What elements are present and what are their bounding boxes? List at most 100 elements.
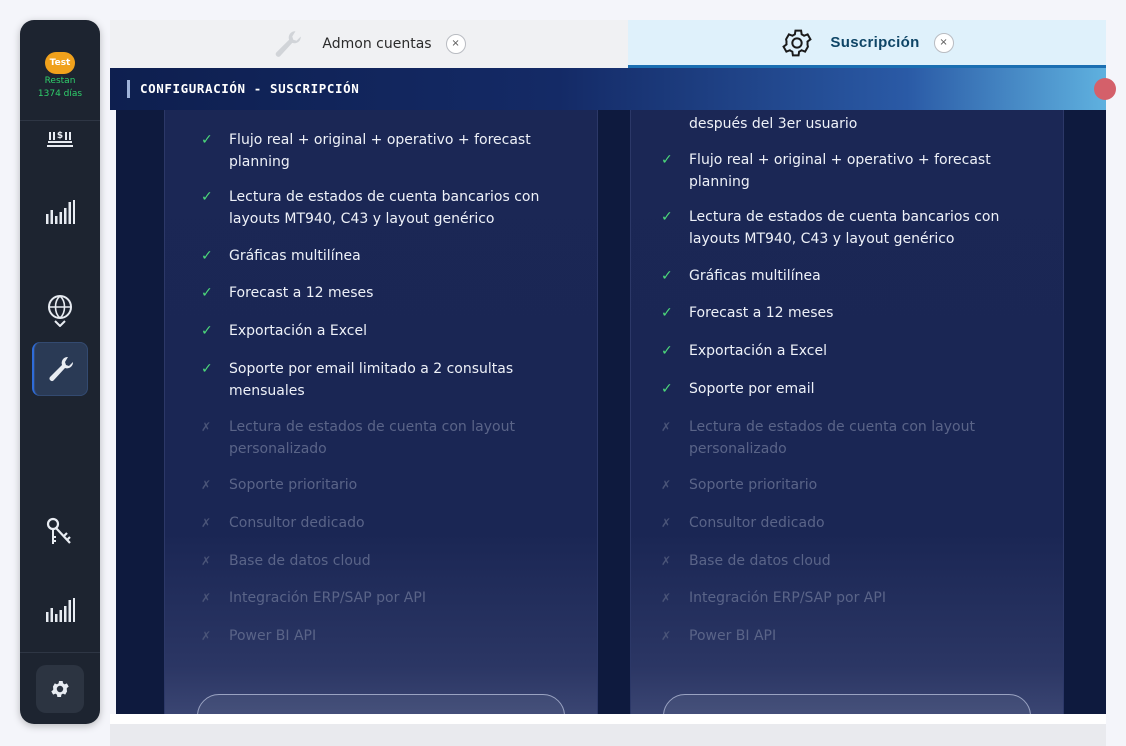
svg-text:$: $	[57, 131, 63, 141]
check-icon: ✓	[661, 305, 673, 321]
cross-icon: ✗	[201, 478, 212, 492]
feature-item: ✓ Exportación a Excel	[661, 341, 1021, 363]
settings-button[interactable]	[36, 665, 84, 713]
feature-text: Lectura de estados de cuenta bancarios c…	[229, 189, 540, 227]
check-icon: ✓	[201, 323, 213, 339]
cross-icon: ✗	[661, 516, 672, 530]
feature-text: Soporte prioritario	[229, 477, 358, 493]
feature-text: Base de datos cloud	[689, 553, 831, 569]
plan-card: ✓ Flujo real + original + operativo + for…	[164, 110, 598, 714]
feature-text: Lectura de estados de cuenta con layout …	[689, 419, 975, 457]
check-icon: ✓	[661, 268, 673, 284]
license-status: Test Restan 1374 días	[20, 50, 100, 100]
feature-text: Flujo real + original + operativo + fore…	[689, 152, 991, 190]
feature-text: Exportación a Excel	[689, 343, 827, 359]
sidebar-item-tools[interactable]	[32, 342, 88, 396]
license-badge: Test	[45, 52, 75, 74]
feature-text: Power BI API	[229, 628, 317, 644]
sidebar-divider	[20, 652, 100, 653]
feature-continuation: después del 3er usuario	[689, 116, 858, 132]
feature-text: Gráficas multilínea	[229, 248, 361, 264]
sidebar-item-charts[interactable]	[36, 188, 84, 236]
check-icon: ✓	[661, 152, 673, 168]
feature-text: Base de datos cloud	[229, 553, 371, 569]
remaining-days-line2: 1374 días	[37, 89, 83, 99]
check-icon: ✓	[201, 361, 213, 377]
close-tab-button[interactable]: ×	[445, 34, 466, 54]
feature-text: Lectura de estados de cuenta bancarios c…	[689, 209, 1000, 247]
bank-icon: $	[47, 131, 73, 147]
wrench-icon	[49, 356, 74, 381]
cross-icon: ✗	[201, 516, 212, 530]
feature-item: ✓ Flujo real + original + operativo + for…	[201, 130, 561, 173]
gear-icon	[782, 29, 813, 56]
sidebar-item-reports[interactable]	[36, 586, 84, 634]
feature-item: ✓ Forecast a 12 meses	[661, 303, 1021, 325]
feature-item: ✗ Integración ERP/SAP por API	[201, 588, 561, 610]
sidebar-item-global[interactable]	[36, 286, 84, 334]
tab-label: Admon cuentas	[322, 36, 432, 52]
feature-text: Gráficas multilínea	[689, 268, 821, 284]
section-header: CONFIGURACIÓN - SUSCRIPCIÓN	[110, 68, 1116, 110]
feature-item: ✗ Base de datos cloud	[661, 551, 1021, 573]
sidebar-item-bank[interactable]: $	[36, 118, 84, 158]
feature-item: ✗ Power BI API	[201, 626, 561, 648]
keys-icon	[46, 517, 71, 544]
feature-item: ✓ Lectura de estados de cuenta bancarios …	[201, 187, 561, 230]
page-title: CONFIGURACIÓN - SUSCRIPCIÓN	[140, 81, 360, 96]
tab-admon-cuentas[interactable]: Admon cuentas ×	[110, 20, 628, 68]
feature-text: Integración ERP/SAP por API	[689, 590, 886, 606]
wrench-icon	[276, 31, 302, 57]
tab-bar: Admon cuentas × Suscripción ×	[110, 20, 1106, 68]
feature-item: ✓ Gráficas multilínea	[201, 246, 561, 268]
feature-item: ✓ Soporte por email limitado a 2 consulta…	[201, 359, 561, 402]
feature-item: ✓ Lectura de estados de cuenta bancarios …	[661, 207, 1021, 250]
cross-icon: ✗	[661, 554, 672, 568]
header-accent	[127, 80, 130, 98]
select-plan-button[interactable]	[197, 694, 565, 714]
plans-container: ✓ Flujo real + original + operativo + for…	[116, 110, 1106, 714]
cross-icon: ✗	[201, 420, 212, 434]
feature-text: Exportación a Excel	[229, 323, 367, 339]
check-icon: ✓	[201, 248, 213, 264]
feature-item: ✗ Lectura de estados de cuenta con layout…	[201, 417, 561, 460]
feature-item: ✓ Exportación a Excel	[201, 321, 561, 343]
cross-icon: ✗	[201, 554, 212, 568]
cross-icon: ✗	[201, 591, 212, 605]
sidebar-item-keys[interactable]	[36, 508, 84, 556]
close-tab-button[interactable]: ×	[933, 32, 954, 53]
header-close-dot[interactable]	[1094, 78, 1116, 100]
check-icon: ✓	[661, 343, 673, 359]
feature-text: Forecast a 12 meses	[229, 285, 374, 301]
feature-text: Soporte por email	[689, 381, 815, 397]
feature-item: ✗ Power BI API	[661, 626, 1021, 648]
feature-item: ✓ Flujo real + original + operativo + for…	[661, 150, 1021, 193]
bar-chart-icon	[46, 598, 75, 622]
feature-item: ✗ Consultor dedicado	[661, 513, 1021, 535]
check-icon: ✓	[201, 285, 213, 301]
feature-item: ✗ Lectura de estados de cuenta con layout…	[661, 417, 1021, 460]
feature-text: Soporte prioritario	[689, 477, 818, 493]
plan-card: después del 3er usuario ✓ Flujo real + or…	[630, 110, 1064, 714]
tab-suscripcion[interactable]: Suscripción ×	[628, 20, 1106, 68]
cross-icon: ✗	[661, 420, 672, 434]
check-icon: ✓	[201, 132, 213, 148]
feature-item: ✓ Gráficas multilínea	[661, 266, 1021, 288]
feature-item: ✗ Soporte prioritario	[661, 475, 1021, 497]
feature-text: Flujo real + original + operativo + fore…	[229, 132, 531, 170]
check-icon: ✓	[661, 381, 673, 397]
cross-icon: ✗	[661, 629, 672, 643]
check-icon: ✓	[661, 209, 673, 225]
feature-item: ✗ Soporte prioritario	[201, 475, 561, 497]
feature-item: ✓ Soporte por email	[661, 379, 1021, 401]
feature-text: Integración ERP/SAP por API	[229, 590, 426, 606]
remaining-days-line1: Restan	[44, 76, 76, 86]
gear-icon	[51, 681, 69, 697]
sidebar: Test Restan 1374 días $	[20, 20, 100, 724]
cross-icon: ✗	[661, 591, 672, 605]
globe-icon	[48, 295, 72, 327]
feature-item: ✗ Consultor dedicado	[201, 513, 561, 535]
bar-chart-icon	[46, 200, 75, 224]
horizontal-scrollbar[interactable]	[110, 724, 1106, 746]
select-plan-button[interactable]	[663, 694, 1031, 714]
